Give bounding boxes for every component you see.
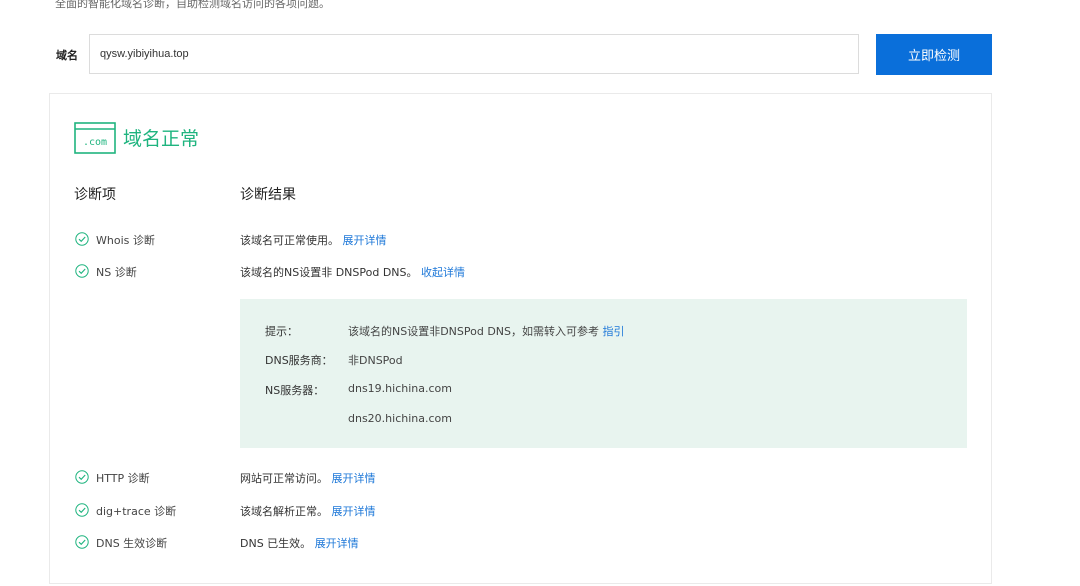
dns-provider-label: DNS服务商： bbox=[265, 354, 333, 367]
diag-result-text: 该域名可正常使用。 bbox=[240, 234, 339, 247]
tip-text: 该域名的NS设置非DNSPod DNS，如需转入可参考 bbox=[348, 325, 600, 338]
diag-item-whois: Whois 诊断 bbox=[96, 234, 155, 247]
guide-link[interactable]: 指引 bbox=[603, 325, 625, 338]
diag-result-http: 网站可正常访问。 展开详情 bbox=[240, 470, 376, 486]
status-title: 域名正常 bbox=[123, 128, 200, 150]
check-circle-icon bbox=[75, 232, 89, 246]
diag-result-text: DNS 已生效。 bbox=[240, 537, 312, 550]
check-now-button[interactable]: 立即检测 bbox=[876, 34, 992, 75]
ns-details-panel bbox=[240, 299, 967, 448]
domain-dotcom-icon: .com bbox=[74, 122, 116, 154]
expand-details-link[interactable]: 展开详情 bbox=[332, 505, 376, 518]
diag-result-text: 该域名的NS设置非 DNSPod DNS。 bbox=[240, 266, 418, 279]
diag-item-http: HTTP 诊断 bbox=[96, 472, 150, 485]
diag-result-ns: 该域名的NS设置非 DNSPod DNS。 收起详情 bbox=[240, 264, 465, 280]
diag-item-dns-effective: DNS 生效诊断 bbox=[96, 537, 168, 550]
collapse-details-link[interactable]: 收起详情 bbox=[421, 266, 465, 279]
check-circle-icon bbox=[75, 264, 89, 278]
column-header-item: 诊断项 bbox=[74, 187, 116, 203]
page-description: 全面的智能化域名诊断，自助检测域名访问的各项问题。 bbox=[55, 0, 330, 10]
check-circle-icon bbox=[75, 535, 89, 549]
tip-value: 该域名的NS设置非DNSPod DNS，如需转入可参考 指引 bbox=[348, 323, 625, 339]
dotcom-icon-text: .com bbox=[83, 137, 107, 148]
diag-result-text: 该域名解析正常。 bbox=[240, 505, 328, 518]
domain-label: 域名 bbox=[56, 49, 78, 62]
check-circle-icon bbox=[75, 503, 89, 517]
diag-result-whois: 该域名可正常使用。 展开详情 bbox=[240, 232, 387, 248]
diag-result-dns-effective: DNS 已生效。 展开详情 bbox=[240, 535, 359, 551]
tip-label: 提示： bbox=[265, 325, 298, 338]
diag-item-ns: NS 诊断 bbox=[96, 266, 137, 279]
ns-server-value: dns19.hichina.com bbox=[348, 382, 452, 395]
ns-server-value: dns20.hichina.com bbox=[348, 412, 452, 425]
diag-item-dig-trace: dig+trace 诊断 bbox=[96, 505, 177, 518]
diag-result-dig-trace: 该域名解析正常。 展开详情 bbox=[240, 503, 376, 519]
domain-input[interactable] bbox=[89, 34, 859, 74]
expand-details-link[interactable]: 展开详情 bbox=[332, 472, 376, 485]
expand-details-link[interactable]: 展开详情 bbox=[315, 537, 359, 550]
column-header-result: 诊断结果 bbox=[240, 187, 296, 203]
expand-details-link[interactable]: 展开详情 bbox=[343, 234, 387, 247]
check-circle-icon bbox=[75, 470, 89, 484]
dns-provider-value: 非DNSPod bbox=[348, 354, 403, 367]
ns-server-label: NS服务器： bbox=[265, 384, 325, 397]
diag-result-text: 网站可正常访问。 bbox=[240, 472, 328, 485]
